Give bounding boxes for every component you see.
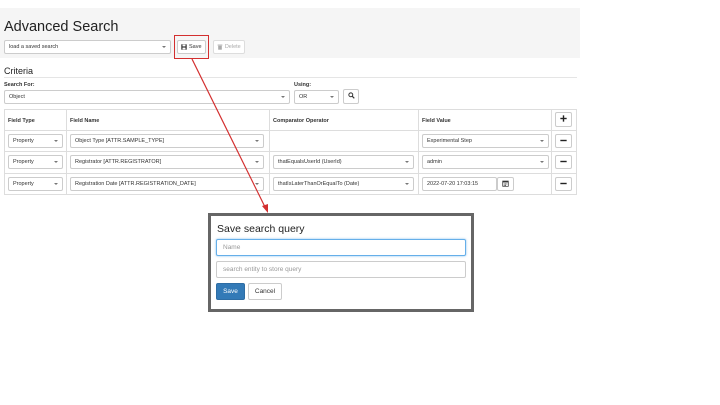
- modal-cancel-button[interactable]: Cancel: [248, 283, 282, 300]
- search-entity-input[interactable]: [216, 261, 466, 278]
- query-name-input[interactable]: [216, 239, 466, 256]
- annotation-arrow-line: [191, 58, 267, 210]
- modal-title: Save search query: [217, 223, 305, 235]
- annotation-arrow-head: [262, 204, 268, 213]
- annotation-arrow: [191, 58, 268, 213]
- modal-save-button[interactable]: Save: [216, 283, 245, 300]
